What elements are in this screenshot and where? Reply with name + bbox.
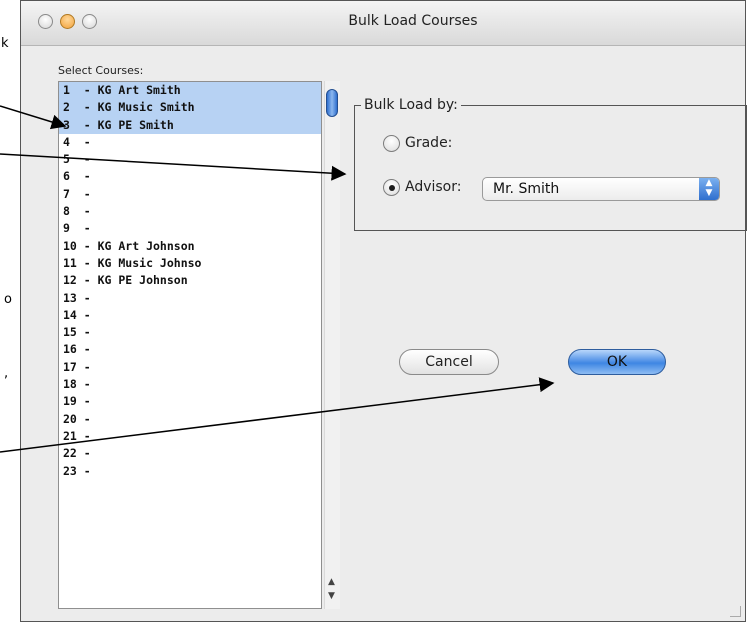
course-list[interactable]: 1 - KG Art Smith 2 - KG Music Smith 3 - KG… — [58, 81, 322, 609]
course-row[interactable]: 21 - — [59, 428, 321, 445]
course-row[interactable]: 18 - — [59, 376, 321, 393]
scroll-thumb[interactable] — [326, 89, 338, 117]
course-row[interactable]: 10 - KG Art Johnson — [59, 238, 321, 255]
bulk-load-by-group: Bulk Load by: Grade: Advisor: Mr. Smith … — [354, 97, 747, 231]
background-fragment-o: o — [4, 292, 12, 307]
title-bar[interactable]: Bulk Load Courses — [21, 1, 745, 46]
window-title: Bulk Load Courses — [348, 13, 478, 29]
course-row[interactable]: 22 - — [59, 445, 321, 462]
course-row[interactable]: 20 - — [59, 411, 321, 428]
grade-label[interactable]: Grade: — [405, 135, 452, 151]
course-row[interactable]: 14 - — [59, 307, 321, 324]
course-row[interactable]: 9 - — [59, 220, 321, 237]
course-row[interactable]: 6 - — [59, 168, 321, 185]
course-row[interactable]: 7 - — [59, 186, 321, 203]
course-row[interactable]: 4 - — [59, 134, 321, 151]
course-row[interactable]: 1 - KG Art Smith — [59, 82, 321, 100]
course-row[interactable]: 13 - — [59, 290, 321, 307]
advisor-select[interactable]: Mr. Smith ▲ ▼ — [482, 177, 720, 201]
bulk-load-courses-window: Bulk Load Courses Select Courses: 1 - KG… — [20, 0, 747, 622]
bulk-load-by-title: Bulk Load by: — [361, 97, 461, 113]
advisor-label[interactable]: Advisor: — [405, 179, 461, 195]
scroll-up-arrow-icon[interactable]: ▲ — [328, 577, 335, 587]
cancel-button[interactable]: Cancel — [399, 349, 499, 375]
resize-grip-icon[interactable] — [730, 606, 741, 617]
ok-button[interactable]: OK — [568, 349, 666, 375]
select-courses-label: Select Courses: — [58, 64, 144, 77]
advisor-select-value: Mr. Smith — [493, 181, 560, 197]
course-row[interactable]: 23 - — [59, 463, 321, 480]
scroll-down-arrow-icon[interactable]: ▼ — [328, 591, 335, 601]
select-stepper-icon[interactable]: ▲ ▼ — [699, 178, 719, 200]
course-row[interactable]: 19 - — [59, 393, 321, 410]
background-fragment-comma: , — [4, 366, 9, 381]
course-row[interactable]: 5 - — [59, 151, 321, 168]
course-row[interactable]: 17 - — [59, 359, 321, 376]
course-row[interactable]: 15 - — [59, 324, 321, 341]
course-row[interactable]: 12 - KG PE Johnson — [59, 272, 321, 289]
grade-radio[interactable] — [383, 135, 400, 152]
course-row[interactable]: 11 - KG Music Johnso — [59, 255, 321, 272]
background-fragment-k: k — [1, 36, 9, 51]
course-row[interactable]: 8 - — [59, 203, 321, 220]
course-row[interactable]: 3 - KG PE Smith — [59, 116, 321, 134]
course-row[interactable]: 2 - KG Music Smith — [59, 99, 321, 117]
course-row[interactable]: 16 - — [59, 341, 321, 358]
advisor-radio[interactable] — [383, 179, 400, 196]
course-list-scrollbar[interactable]: ▲ ▼ — [324, 81, 340, 609]
